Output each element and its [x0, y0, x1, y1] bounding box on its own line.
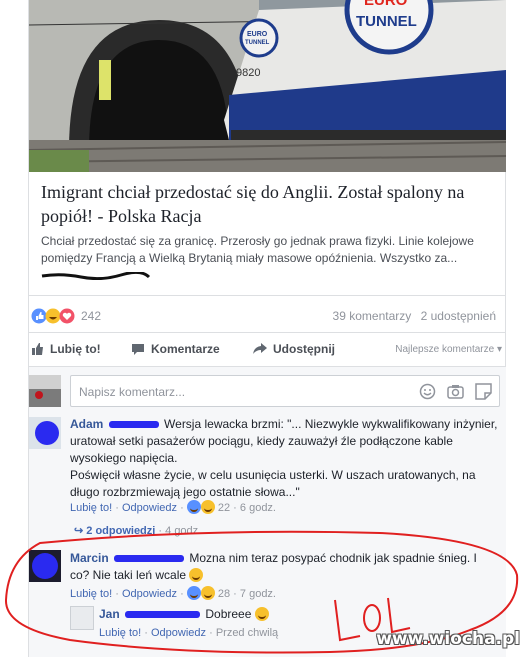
watermark: www.wiocha.pl — [376, 629, 520, 649]
red-ellipse-annotation — [4, 530, 519, 654]
